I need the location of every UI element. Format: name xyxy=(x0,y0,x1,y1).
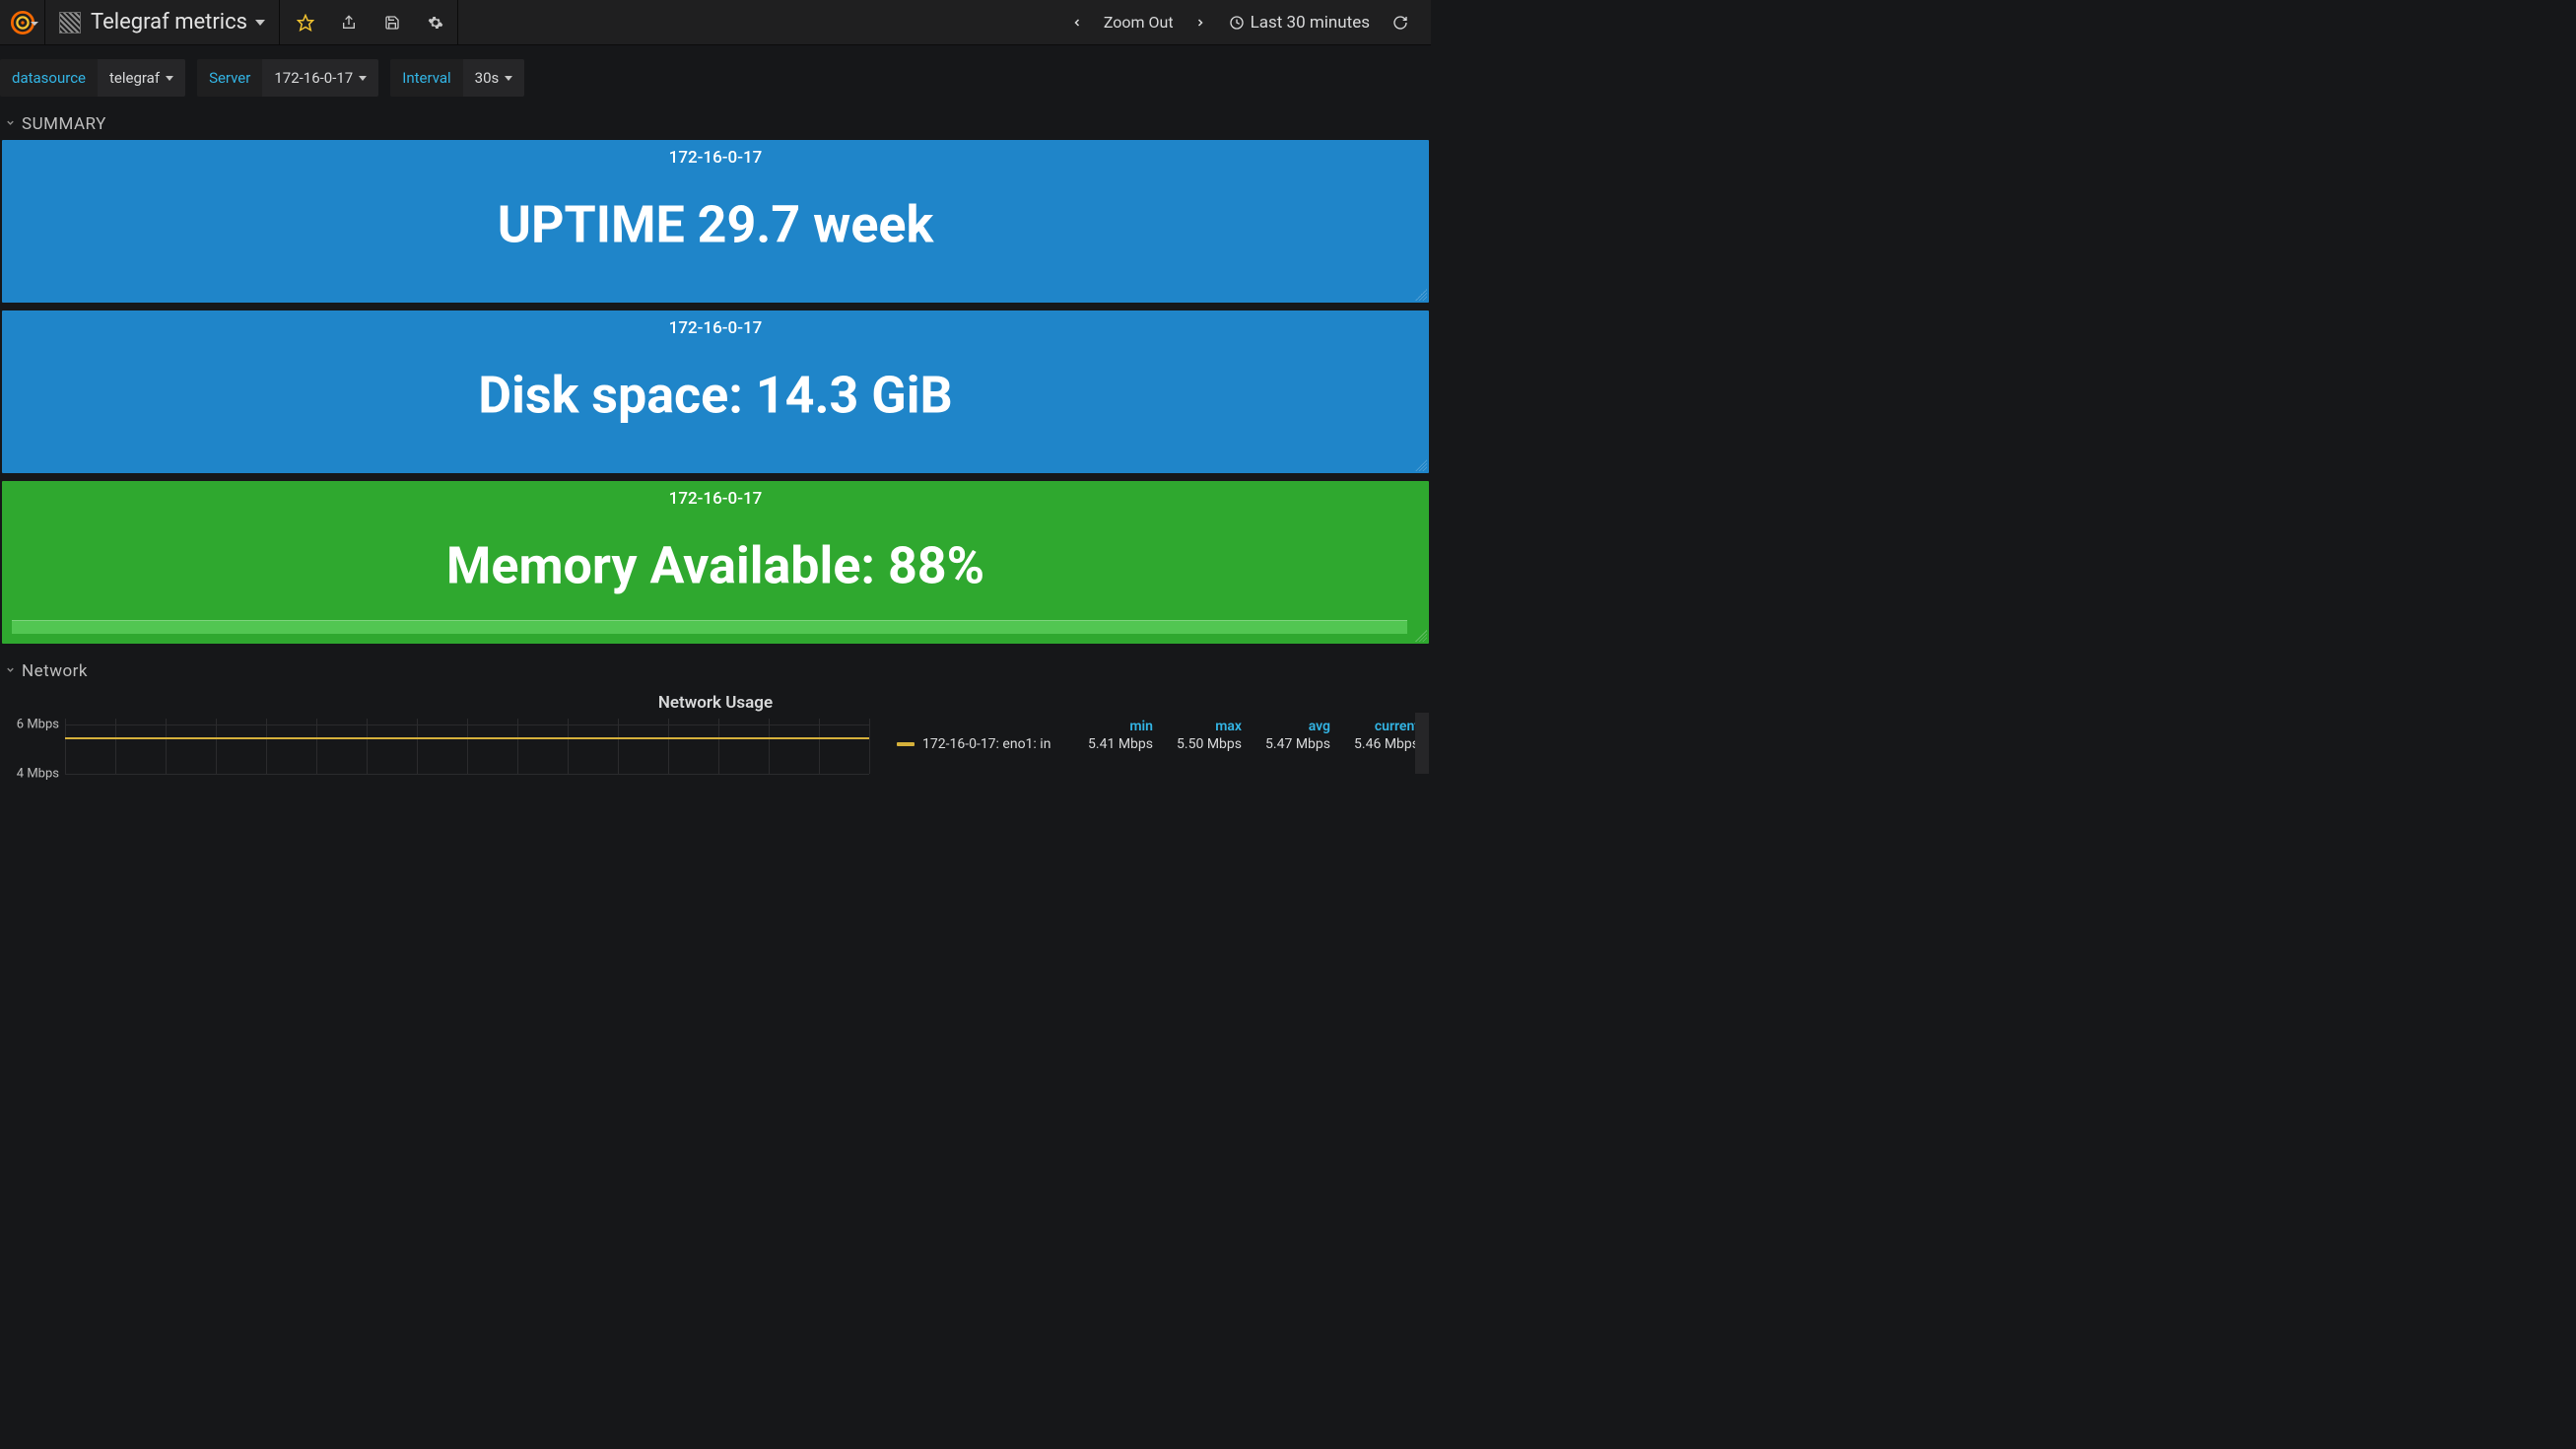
yaxis-tick-6mbps: 6 Mbps xyxy=(17,718,59,732)
resize-handle[interactable] xyxy=(1415,289,1427,301)
dashboard-title: Telegraf metrics xyxy=(91,10,247,34)
star-icon xyxy=(297,14,314,32)
share-icon xyxy=(341,15,357,31)
var-datasource-value[interactable]: telegraf xyxy=(98,59,185,97)
dashboard-actions xyxy=(280,0,458,45)
chevron-down-icon xyxy=(166,76,173,81)
panel-disk-host: 172-16-0-17 xyxy=(2,310,1429,338)
chevron-down-icon xyxy=(505,76,512,81)
resize-handle[interactable] xyxy=(1415,459,1427,471)
resize-handle[interactable] xyxy=(1415,630,1427,642)
legend-head-avg[interactable]: avg xyxy=(1242,719,1330,734)
dashboard-title-dropdown[interactable]: Telegraf metrics xyxy=(45,0,280,45)
settings-button[interactable] xyxy=(414,0,457,45)
panel-uptime-value: UPTIME 29.7 week xyxy=(2,194,1429,254)
panel-network-title: Network Usage xyxy=(2,687,1429,719)
panel-memory-gauge xyxy=(12,620,1407,634)
legend-head-current[interactable]: current xyxy=(1330,719,1419,734)
zoom-out-button[interactable]: Zoom Out xyxy=(1094,13,1184,32)
var-server: Server 172-16-0-17 xyxy=(197,59,378,97)
var-interval: Interval 30s xyxy=(390,59,524,97)
refresh-button[interactable] xyxy=(1382,15,1419,31)
legend-min: 5.41 Mbps xyxy=(1064,736,1153,752)
legend-row-eno1-in[interactable]: 172-16-0-17: eno1: in 5.41 Mbps 5.50 Mbp… xyxy=(897,734,1419,752)
network-legend: series min max avg current 172-16-0-17: … xyxy=(877,719,1429,774)
dashboard-icon xyxy=(59,12,81,34)
var-server-value[interactable]: 172-16-0-17 xyxy=(262,59,378,97)
var-datasource-label: datasource xyxy=(0,59,98,97)
panel-uptime[interactable]: 172-16-0-17 UPTIME 29.7 week xyxy=(0,140,1431,310)
save-button[interactable] xyxy=(371,0,414,45)
share-button[interactable] xyxy=(327,0,371,45)
series-eno1-in xyxy=(65,737,869,739)
row-summary-header[interactable]: SUMMARY xyxy=(0,110,1431,140)
legend-current: 5.46 Mbps xyxy=(1330,736,1419,752)
var-server-value-text: 172-16-0-17 xyxy=(274,69,353,87)
timerange-button[interactable]: Last 30 minutes xyxy=(1217,13,1382,33)
row-network-title: Network xyxy=(22,661,88,681)
network-chart-plot[interactable]: 6 Mbps 4 Mbps xyxy=(65,719,869,774)
timerange-label: Last 30 minutes xyxy=(1251,13,1370,33)
grafana-logo-button[interactable] xyxy=(0,0,45,45)
chevron-down-icon xyxy=(255,20,265,26)
panel-memory-value: Memory Available: 88% xyxy=(2,535,1429,595)
chevron-down-icon xyxy=(31,22,38,26)
save-icon xyxy=(384,15,400,31)
row-network-header[interactable]: Network xyxy=(0,652,1431,687)
chevron-down-icon xyxy=(359,76,367,81)
panel-disk-value: Disk space: 14.3 GiB xyxy=(2,365,1429,425)
panel-memory-host: 172-16-0-17 xyxy=(2,481,1429,509)
refresh-icon xyxy=(1392,15,1408,31)
legend-series-name: 172-16-0-17: eno1: in xyxy=(922,736,1051,752)
time-controls: Zoom Out Last 30 minutes xyxy=(1060,13,1431,33)
chevron-right-icon xyxy=(1194,15,1206,31)
chevron-down-icon xyxy=(2,664,18,679)
time-forward-button[interactable] xyxy=(1184,15,1217,31)
legend-swatch xyxy=(897,742,915,746)
chart-grid xyxy=(65,719,869,774)
var-datasource-value-text: telegraf xyxy=(109,69,160,87)
yaxis-tick-4mbps: 4 Mbps xyxy=(17,767,59,782)
panel-uptime-host: 172-16-0-17 xyxy=(2,140,1429,168)
top-navbar: Telegraf metrics Zoom Out Last 30 minute… xyxy=(0,0,1431,45)
star-button[interactable] xyxy=(284,0,327,45)
var-interval-label: Interval xyxy=(390,59,462,97)
legend-avg: 5.47 Mbps xyxy=(1242,736,1330,752)
panel-disk[interactable]: 172-16-0-17 Disk space: 14.3 GiB xyxy=(0,310,1431,481)
legend-max: 5.50 Mbps xyxy=(1153,736,1242,752)
legend-scrollbar[interactable] xyxy=(1415,713,1429,774)
template-variables: datasource telegraf Server 172-16-0-17 I… xyxy=(0,45,1431,110)
chevron-down-icon xyxy=(2,117,18,132)
chevron-left-icon xyxy=(1071,15,1083,31)
var-interval-value[interactable]: 30s xyxy=(463,59,525,97)
time-back-button[interactable] xyxy=(1060,15,1094,31)
var-interval-value-text: 30s xyxy=(475,69,500,87)
panel-memory[interactable]: 172-16-0-17 Memory Available: 88% xyxy=(0,481,1431,652)
clock-icon xyxy=(1229,15,1245,31)
var-server-label: Server xyxy=(197,59,262,97)
panel-network-usage[interactable]: Network Usage 6 Mbps 4 Mbps xyxy=(2,687,1429,774)
row-summary-title: SUMMARY xyxy=(22,114,106,134)
legend-head-min[interactable]: min xyxy=(1064,719,1153,734)
gear-icon xyxy=(428,15,443,31)
var-datasource: datasource telegraf xyxy=(0,59,185,97)
legend-head-max[interactable]: max xyxy=(1153,719,1242,734)
